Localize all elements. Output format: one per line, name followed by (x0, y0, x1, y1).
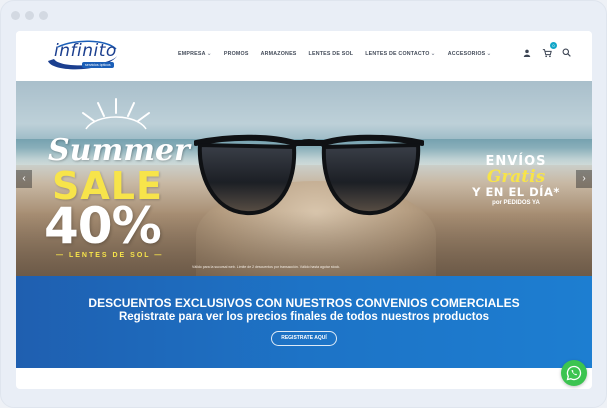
window-dot-close[interactable] (11, 11, 20, 20)
cart-count-badge: 0 (550, 42, 557, 49)
logo[interactable]: infinito servicios ópticos (44, 39, 124, 75)
main-nav: EMPRESA ⌄ PROMOS ARMAZONES LENTES DE SOL … (178, 50, 492, 58)
shipping-promo: ENVÍOS Gratis Y EN EL DÍA* por PEDIDOS Y… (468, 154, 564, 206)
cart-icon[interactable]: 0 (541, 42, 557, 58)
promo-category-text: — LENTES DE SOL — (56, 252, 164, 259)
nav-item-armazones[interactable]: ARMAZONES (261, 50, 297, 57)
chevron-down-icon: ⌄ (430, 51, 436, 57)
nav-item-lentes-de-sol[interactable]: LENTES DE SOL (309, 50, 354, 57)
chevron-down-icon: ⌄ (486, 51, 492, 57)
nav-item-lentes-de-contacto[interactable]: LENTES DE CONTACTO ⌄ (365, 50, 436, 58)
sun-rays-icon (82, 98, 150, 130)
user-icon[interactable] (521, 47, 532, 58)
conventions-banner: DESCUENTOS EXCLUSIVOS CON NUESTROS CONVE… (16, 276, 592, 368)
window-controls (11, 11, 48, 20)
whatsapp-icon (566, 365, 582, 381)
banner-subheadline: Registrate para ver los precios finales … (118, 311, 490, 323)
promo-fineprint: Válido para la sucursal web. Límite de 2… (192, 265, 341, 269)
promo-percent-text: 40% (44, 197, 162, 255)
shipping-line-2: Gratis (486, 167, 546, 187)
site-header: infinito servicios ópticos EMPRESA ⌄ PROM… (16, 31, 592, 81)
window-dot-maximize[interactable] (39, 11, 48, 20)
sunglasses-image (194, 134, 424, 216)
page-viewport: infinito servicios ópticos EMPRESA ⌄ PROM… (16, 31, 592, 389)
shipping-line-4: por PEDIDOS YA (492, 200, 540, 206)
banner-headline: DESCUENTOS EXCLUSIVOS CON NUESTROS CONVE… (88, 296, 520, 310)
whatsapp-button[interactable] (561, 360, 587, 386)
hero-slider[interactable]: Summer SALE 40% — LENTES DE SOL — Válido… (16, 81, 592, 276)
nav-item-promos[interactable]: PROMOS (224, 50, 249, 57)
register-button[interactable]: REGISTRATE AQUÍ (271, 331, 337, 346)
header-icons: 0 (521, 42, 572, 58)
search-icon[interactable] (561, 47, 572, 58)
slider-prev-button[interactable]: ‹ (16, 170, 32, 188)
logo-tagline: servicios ópticos (82, 62, 114, 68)
promo-summer-text: Summer (48, 133, 190, 168)
nav-item-empresa[interactable]: EMPRESA ⌄ (178, 50, 212, 58)
shipping-line-3: Y EN EL DÍA* (472, 185, 560, 199)
logo-text: infinito (54, 41, 117, 61)
nav-item-accesorios[interactable]: ACCESORIOS ⌄ (448, 50, 492, 58)
window-dot-minimize[interactable] (25, 11, 34, 20)
slider-next-button[interactable]: › (576, 170, 592, 188)
chevron-down-icon: ⌄ (206, 51, 212, 57)
